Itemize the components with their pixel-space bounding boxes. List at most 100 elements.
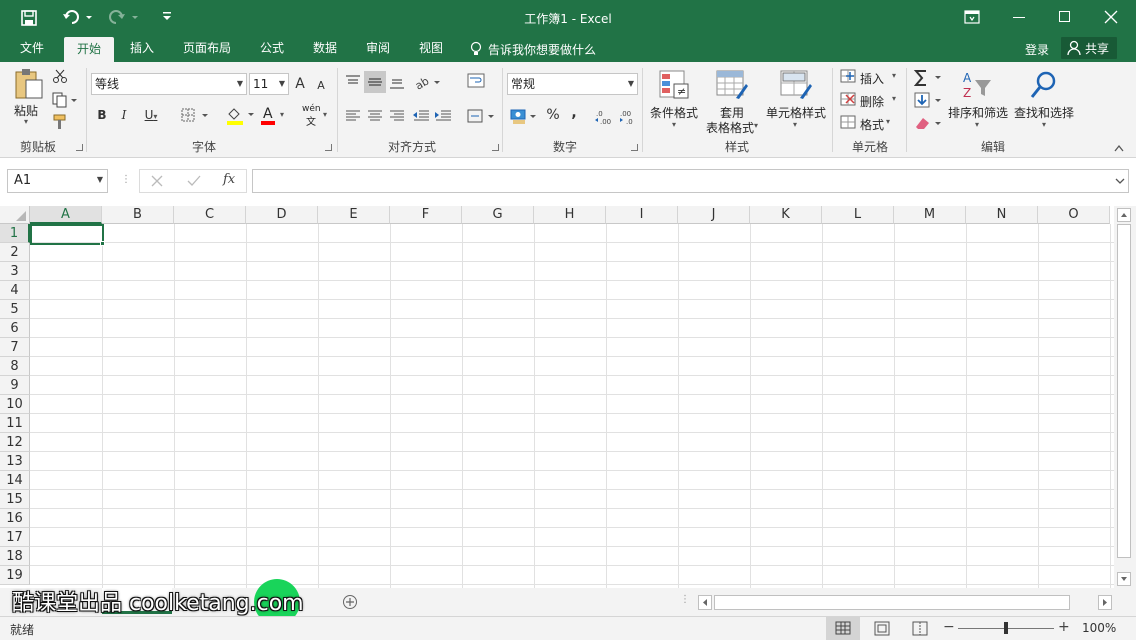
increase-indent-icon[interactable]	[434, 108, 452, 124]
top-align-icon[interactable]	[344, 74, 362, 90]
row-header-9[interactable]: 9	[0, 376, 30, 395]
collapse-ribbon-icon[interactable]	[1113, 142, 1125, 152]
row-header-15[interactable]: 15	[0, 490, 30, 509]
clear-icon[interactable]	[913, 114, 945, 134]
tab-home[interactable]: 开始	[64, 37, 114, 62]
tell-me-search[interactable]: 告诉我你想要做什么	[488, 41, 596, 58]
zoom-out-button[interactable]: −	[943, 619, 955, 635]
cell-styles-button[interactable]: 单元格样式 ▾	[764, 68, 828, 136]
row-header-16[interactable]: 16	[0, 509, 30, 528]
tab-review[interactable]: 审阅	[356, 36, 400, 62]
row-header-2[interactable]: 2	[0, 243, 30, 262]
normal-view-button[interactable]	[826, 617, 860, 640]
font-name-combo[interactable]: 等线 ▼	[91, 73, 247, 95]
clipboard-dialog-launcher[interactable]	[76, 144, 83, 151]
wrap-text-icon[interactable]	[466, 72, 486, 90]
column-header-o[interactable]: O	[1038, 206, 1110, 224]
formula-bar-splitter[interactable]: ⋮	[121, 174, 131, 185]
scroll-left-arrow-icon[interactable]	[698, 595, 712, 610]
scroll-up-arrow-icon[interactable]	[1117, 208, 1131, 222]
fill-color-icon[interactable]	[226, 106, 256, 126]
expand-formula-bar-icon[interactable]	[1115, 175, 1125, 185]
horizontal-scrollbar[interactable]	[698, 595, 1114, 610]
column-header-a[interactable]: A	[30, 206, 102, 224]
row-header-3[interactable]: 3	[0, 262, 30, 281]
new-sheet-icon[interactable]	[342, 594, 358, 610]
font-size-combo[interactable]: 11 ▼	[249, 73, 289, 95]
increase-decimal-icon[interactable]: .0.00	[594, 108, 614, 126]
row-header-4[interactable]: 4	[0, 281, 30, 300]
column-header-l[interactable]: L	[822, 206, 894, 224]
worksheet-grid[interactable]: ABCDEFGHIJKLMNO 1 2 3 4 5 6 7 8 9 10 11 12 13 14 15 16 1…	[0, 206, 1114, 588]
fill-handle[interactable]	[100, 241, 105, 246]
row-header-8[interactable]: 8	[0, 357, 30, 376]
cancel-icon[interactable]	[151, 175, 163, 187]
align-left-icon[interactable]	[344, 108, 362, 124]
column-header-i[interactable]: I	[606, 206, 678, 224]
column-header-e[interactable]: E	[318, 206, 390, 224]
percent-style-button[interactable]: %	[544, 105, 562, 125]
paste-button[interactable]: 粘贴 ▾	[10, 68, 46, 130]
page-break-view-icon[interactable]	[910, 621, 930, 637]
row-header-18[interactable]: 18	[0, 547, 30, 566]
format-as-table-button[interactable]: 套用 表格格式 ▾	[700, 68, 764, 136]
close-icon[interactable]	[1104, 10, 1118, 24]
column-header-d[interactable]: D	[246, 206, 318, 224]
formula-input[interactable]	[252, 169, 1129, 193]
minimize-icon[interactable]	[1013, 17, 1025, 18]
row-header-1[interactable]: 1	[0, 224, 30, 243]
column-header-f[interactable]: F	[390, 206, 462, 224]
number-format-combo[interactable]: 常规 ▼	[507, 73, 638, 95]
insert-cells-button[interactable]: 插入 ▾	[838, 68, 902, 88]
maximize-icon[interactable]	[1059, 11, 1070, 22]
active-cell[interactable]	[30, 224, 104, 245]
column-header-h[interactable]: H	[534, 206, 606, 224]
column-header-n[interactable]: N	[966, 206, 1038, 224]
middle-align-icon[interactable]	[364, 71, 386, 93]
row-header-10[interactable]: 10	[0, 395, 30, 414]
column-header-k[interactable]: K	[750, 206, 822, 224]
vertical-scrollbar[interactable]	[1114, 206, 1136, 588]
redo-icon[interactable]	[106, 8, 140, 28]
customize-qat-icon[interactable]	[160, 10, 174, 24]
row-header-5[interactable]: 5	[0, 300, 30, 319]
underline-button[interactable]: U▾	[138, 105, 164, 127]
accounting-format-icon[interactable]	[510, 108, 540, 126]
cut-icon[interactable]	[52, 68, 68, 84]
scroll-right-arrow-icon[interactable]	[1098, 595, 1112, 610]
row-header-13[interactable]: 13	[0, 452, 30, 471]
decrease-indent-icon[interactable]	[412, 108, 430, 124]
horizontal-scroll-thumb[interactable]	[714, 595, 1070, 610]
zoom-slider-thumb[interactable]	[1004, 622, 1008, 634]
find-select-button[interactable]: 查找和选择 ▾	[1012, 68, 1076, 136]
scroll-down-arrow-icon[interactable]	[1117, 572, 1131, 586]
bottom-align-icon[interactable]	[388, 74, 406, 90]
row-header-12[interactable]: 12	[0, 433, 30, 452]
copy-icon[interactable]	[52, 92, 78, 108]
row-header-7[interactable]: 7	[0, 338, 30, 357]
autosum-icon[interactable]	[913, 68, 945, 88]
row-header-11[interactable]: 11	[0, 414, 30, 433]
tab-file[interactable]: 文件	[10, 36, 54, 62]
column-header-c[interactable]: C	[174, 206, 246, 224]
undo-icon[interactable]	[62, 8, 94, 28]
vertical-scroll-thumb[interactable]	[1117, 224, 1131, 558]
insert-function-button[interactable]: fx	[223, 172, 235, 187]
column-header-b[interactable]: B	[102, 206, 174, 224]
align-center-icon[interactable]	[366, 108, 384, 124]
tab-view[interactable]: 视图	[409, 36, 453, 62]
row-header-17[interactable]: 17	[0, 528, 30, 547]
share-button[interactable]: 共享	[1061, 37, 1117, 59]
sort-filter-button[interactable]: AZ 排序和筛选 ▾	[946, 68, 1010, 136]
format-cells-button[interactable]: 格式 ▾	[838, 114, 902, 134]
format-painter-icon[interactable]	[52, 114, 68, 130]
save-icon[interactable]	[20, 9, 38, 27]
tab-splitter[interactable]: ⋮	[680, 594, 690, 605]
merge-center-icon[interactable]	[466, 108, 496, 124]
column-header-g[interactable]: G	[462, 206, 534, 224]
decrease-decimal-icon[interactable]: .00.0	[618, 108, 638, 126]
column-header-m[interactable]: M	[894, 206, 966, 224]
tab-formulas[interactable]: 公式	[250, 36, 294, 62]
tab-data[interactable]: 数据	[303, 36, 347, 62]
align-right-icon[interactable]	[388, 108, 406, 124]
